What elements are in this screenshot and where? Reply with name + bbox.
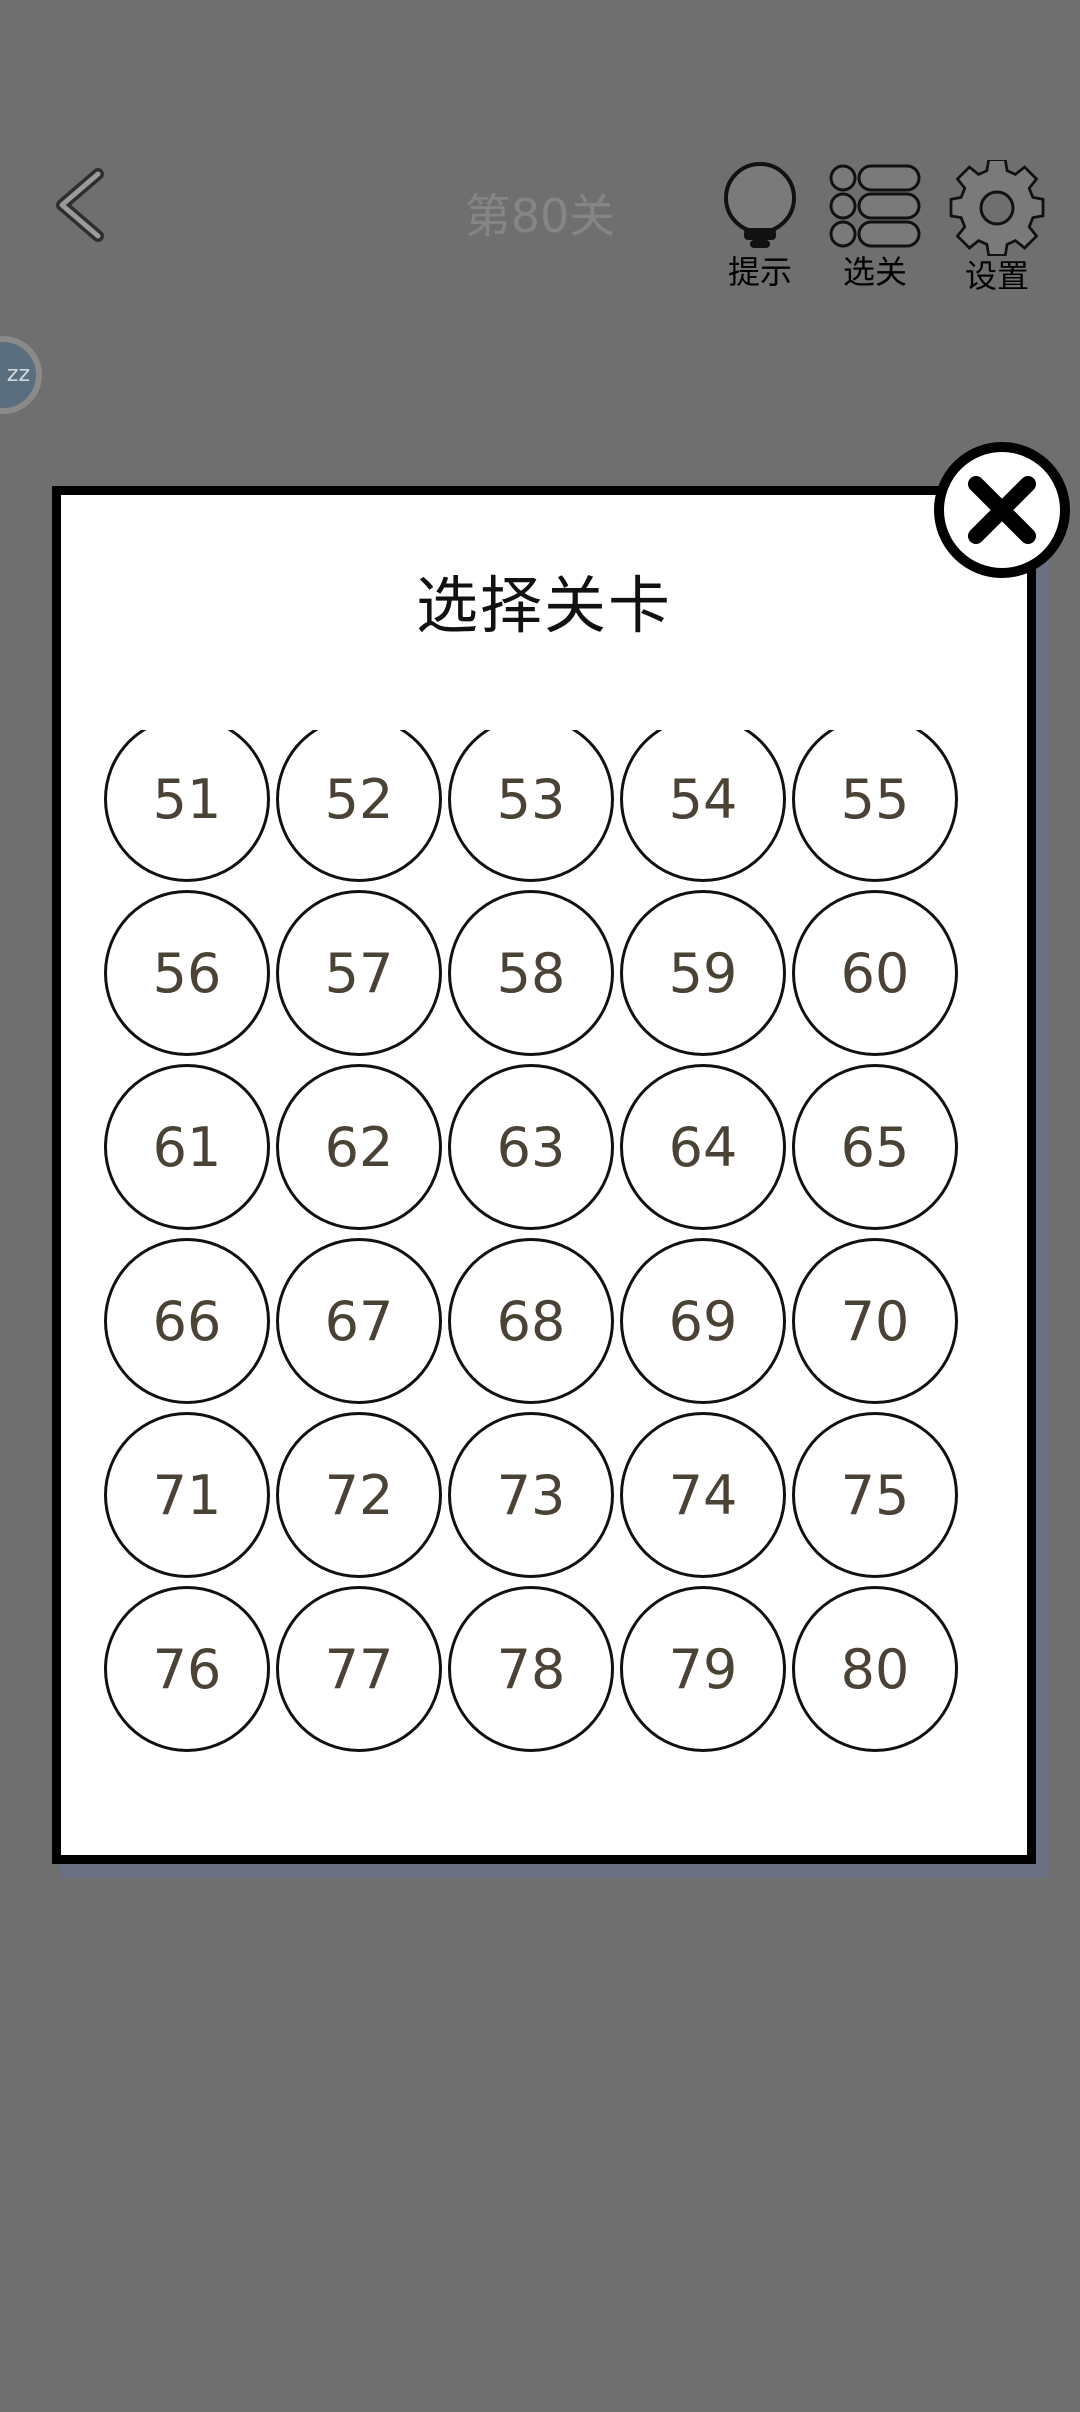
close-icon xyxy=(968,476,1036,544)
level-select-button[interactable]: 选关 xyxy=(815,160,935,290)
modal-title: 选择关卡 xyxy=(415,569,672,642)
level-button[interactable]: 78 xyxy=(448,1586,614,1752)
settings-button[interactable]: 设置 xyxy=(937,160,1057,294)
level-button[interactable]: 72 xyxy=(276,1412,442,1578)
level-button[interactable]: 70 xyxy=(792,1238,958,1404)
lightbulb-icon xyxy=(724,162,796,248)
level-button[interactable]: 61 xyxy=(104,1064,270,1230)
settings-label: 设置 xyxy=(964,257,1029,295)
sleep-badge[interactable]: zz xyxy=(0,336,42,414)
level-button[interactable]: 62 xyxy=(276,1064,442,1230)
level-button[interactable]: 67 xyxy=(276,1238,442,1404)
level-title: 第80关 xyxy=(464,189,616,243)
level-button[interactable]: 68 xyxy=(448,1238,614,1404)
level-button[interactable]: 56 xyxy=(104,890,270,1056)
level-grid-viewport[interactable]: 51 52 53 54 55 56 57 58 59 60 61 62 63 64 65 66 67 68 69 70… xyxy=(52,730,1036,1770)
level-button[interactable]: 77 xyxy=(276,1586,442,1752)
level-button[interactable]: 71 xyxy=(104,1412,270,1578)
close-button[interactable] xyxy=(934,442,1070,578)
level-button[interactable]: 75 xyxy=(792,1412,958,1578)
level-button[interactable]: 79 xyxy=(620,1586,786,1752)
level-button[interactable]: 66 xyxy=(104,1238,270,1404)
gear-icon xyxy=(949,160,1045,256)
hint-button[interactable]: 提示 xyxy=(700,160,820,290)
level-button[interactable]: 55 xyxy=(792,730,958,882)
level-button[interactable]: 80 xyxy=(792,1586,958,1752)
level-button[interactable]: 57 xyxy=(276,890,442,1056)
back-button[interactable] xyxy=(40,160,130,250)
level-button[interactable]: 76 xyxy=(104,1586,270,1752)
level-button[interactable]: 74 xyxy=(620,1412,786,1578)
level-button[interactable]: 60 xyxy=(792,890,958,1056)
level-button[interactable]: 64 xyxy=(620,1064,786,1230)
level-button[interactable]: 59 xyxy=(620,890,786,1056)
level-list-icon xyxy=(829,164,921,248)
level-button[interactable]: 53 xyxy=(448,730,614,882)
level-button[interactable]: 51 xyxy=(104,730,270,882)
level-grid: 51 52 53 54 55 56 57 58 59 60 61 62 63 64 65 66 67 68 69 70… xyxy=(104,730,984,1752)
level-button[interactable]: 73 xyxy=(448,1412,614,1578)
chevron-left-icon xyxy=(56,168,104,242)
level-button[interactable]: 52 xyxy=(276,730,442,882)
level-button[interactable]: 58 xyxy=(448,890,614,1056)
level-select-label: 选关 xyxy=(842,253,907,291)
hint-label: 提示 xyxy=(727,253,792,291)
level-button[interactable]: 69 xyxy=(620,1238,786,1404)
level-button[interactable]: 63 xyxy=(448,1064,614,1230)
level-button[interactable]: 54 xyxy=(620,730,786,882)
level-button[interactable]: 65 xyxy=(792,1064,958,1230)
level-select-screen: 第80关 提示 选关 设置 zz 选择关卡 51 52 53 54 55 56 … xyxy=(0,0,1080,2412)
